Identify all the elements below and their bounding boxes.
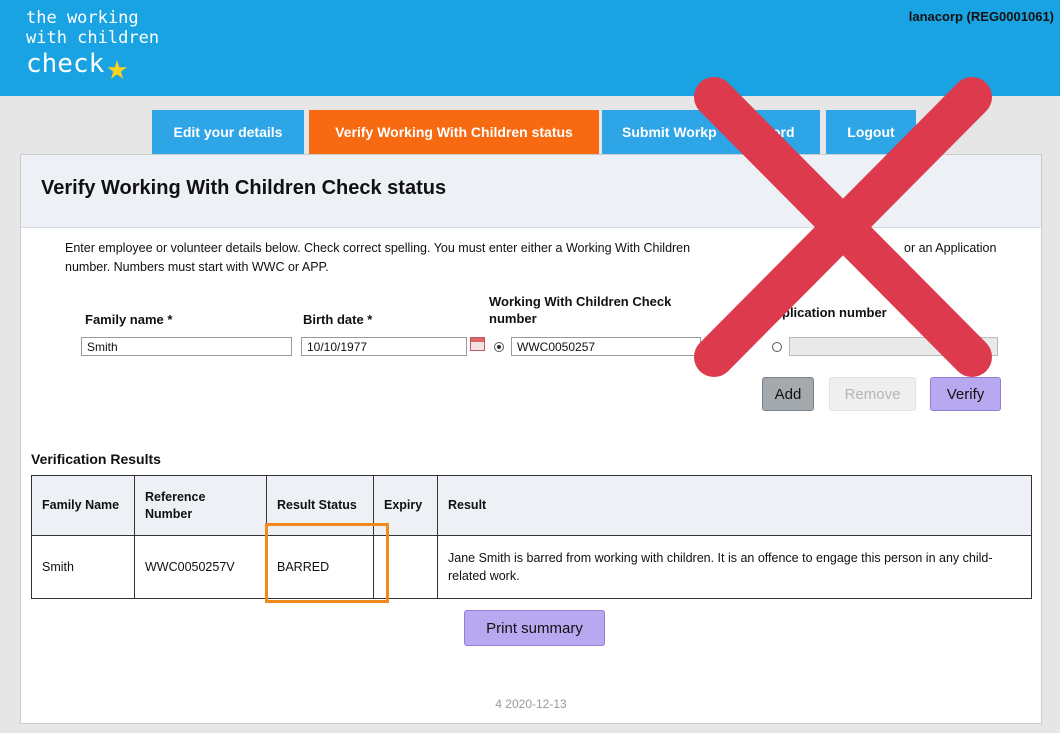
- add-button[interactable]: Add: [762, 377, 814, 411]
- verify-page: Verify Working With Children Check statu…: [20, 154, 1042, 724]
- star-icon: ★: [106, 46, 128, 88]
- tab-edit-details[interactable]: Edit your details: [152, 110, 304, 154]
- instructions-line-1: Enter employee or volunteer details belo…: [65, 241, 691, 255]
- status-highlight-box: [265, 523, 389, 603]
- calendar-icon[interactable]: [470, 337, 485, 351]
- verify-button[interactable]: Verify: [930, 377, 1001, 411]
- logo[interactable]: the working with children check★: [26, 8, 160, 85]
- instructions-line-1-end: or an Application: [904, 241, 997, 255]
- title-bar: Verify Working With Children Check statu…: [21, 155, 1041, 228]
- wwc-number-input[interactable]: WWC0050257: [511, 337, 701, 356]
- family-name-input[interactable]: Smith: [81, 337, 292, 356]
- tab-submit-workplace-record[interactable]: Submit Workp ord: [602, 110, 820, 154]
- col-family-name: Family Name: [31, 475, 135, 536]
- tab-submit-label-part1: Submit Workp: [622, 124, 717, 140]
- wwc-number-label-line2: number: [489, 311, 537, 326]
- col-reference-number: Reference Number: [134, 475, 267, 536]
- results-title: Verification Results: [31, 451, 161, 467]
- table-header-row: Family Name Reference Number Result Stat…: [31, 475, 1032, 536]
- wwc-number-radio[interactable]: [494, 342, 504, 352]
- birth-date-input[interactable]: 10/10/1977: [301, 337, 467, 356]
- family-name-label: Family name *: [85, 312, 173, 327]
- col-result: Result: [437, 475, 1032, 536]
- birth-date-label: Birth date *: [303, 312, 373, 327]
- wwc-number-label: Working With Children Check number: [489, 293, 671, 327]
- application-number-input[interactable]: [789, 337, 998, 356]
- cell-result: Jane Smith is barred from working with c…: [437, 535, 1032, 599]
- tab-submit-label-part2: ord: [772, 124, 795, 140]
- results-table: Family Name Reference Number Result Stat…: [31, 475, 1032, 599]
- print-summary-button[interactable]: Print summary: [464, 610, 605, 646]
- table-row: Smith WWC0050257V BARRED Jane Smith is b…: [31, 535, 1032, 599]
- account-name: lanacorp (REG0001061): [908, 9, 1054, 24]
- tab-logout[interactable]: Logout: [826, 110, 916, 154]
- tab-verify-status[interactable]: Verify Working With Children status: [309, 110, 599, 154]
- instructions: Enter employee or volunteer details belo…: [65, 239, 1015, 277]
- cell-reference-number: WWC0050257V: [134, 535, 267, 599]
- main-nav: Edit your details Verify Working With Ch…: [0, 110, 1060, 154]
- logo-line-1: the working: [26, 8, 139, 28]
- page-title: Verify Working With Children Check statu…: [41, 177, 447, 199]
- remove-button[interactable]: Remove: [829, 377, 916, 411]
- instructions-line-2: number. Numbers must start with WWC or A…: [65, 260, 329, 274]
- version-text: 4 2020-12-13: [495, 697, 567, 711]
- site-header: the working with children check★ lanacor…: [0, 0, 1060, 96]
- application-number-radio[interactable]: [772, 342, 782, 352]
- logo-line-2: with children: [26, 28, 160, 48]
- application-number-label: plication number: [782, 305, 887, 320]
- logo-line-3: check: [26, 49, 105, 79]
- cell-family-name: Smith: [31, 535, 135, 599]
- wwc-number-label-line1: Working With Children Check: [489, 294, 672, 309]
